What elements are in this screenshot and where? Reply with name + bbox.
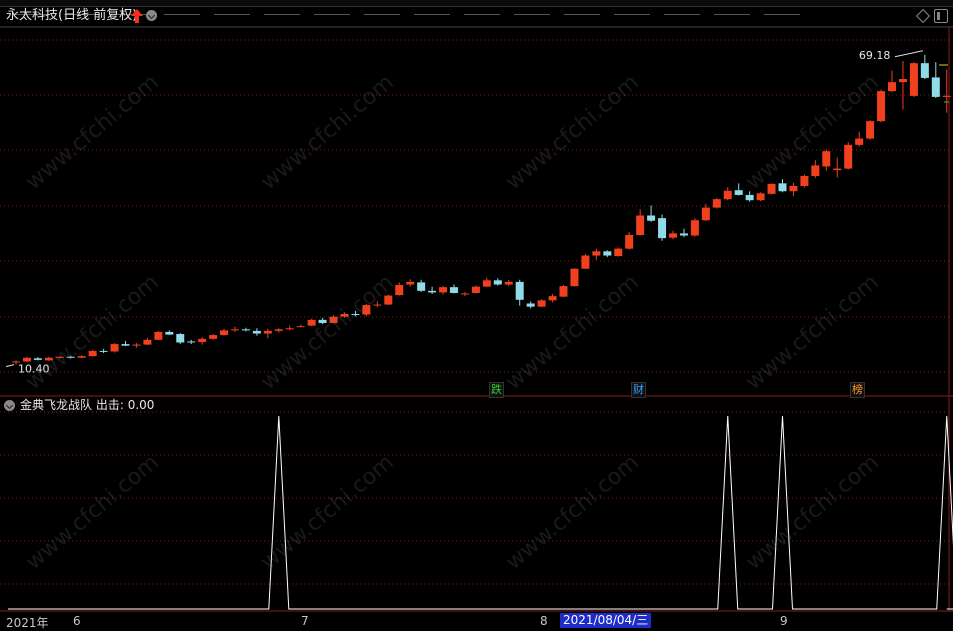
candle-body	[690, 220, 699, 236]
candle-body	[143, 339, 152, 345]
candle-body	[570, 268, 579, 287]
candle-body	[712, 199, 721, 208]
x-tick-label: 9	[780, 614, 788, 628]
indicator-name: 金典飞龙战队	[20, 398, 93, 412]
candle-body	[909, 63, 918, 96]
candle-body	[274, 329, 283, 331]
candle-body	[592, 251, 601, 256]
candle-body	[942, 95, 951, 97]
candle-body	[88, 350, 97, 357]
candle-body	[417, 282, 426, 291]
indicator-output-label: 出击:	[95, 398, 124, 412]
candle-body	[132, 344, 141, 346]
candle-body	[548, 296, 557, 301]
candle-body	[800, 175, 809, 186]
candle-body	[231, 329, 239, 331]
candle-body	[241, 329, 250, 331]
candle-body	[504, 281, 513, 285]
candle-body	[165, 331, 174, 335]
candle-body	[647, 215, 656, 221]
candle-body	[515, 281, 524, 300]
candle-body	[669, 233, 677, 238]
candle-body	[745, 194, 754, 201]
annotation-marker-bang[interactable]: 榜	[850, 382, 865, 398]
candle-body	[625, 234, 634, 249]
candle-body	[154, 331, 163, 340]
annotation-label: 跌	[491, 383, 502, 396]
candle-body	[920, 63, 929, 78]
candle-body	[428, 290, 437, 293]
candle-body	[723, 190, 732, 200]
candle-body	[658, 218, 667, 239]
candle-body	[220, 330, 229, 336]
indicator-menu-dropdown-icon[interactable]	[4, 400, 15, 411]
candle-body	[285, 328, 294, 330]
candle-body	[121, 344, 130, 346]
annotation-marker-die[interactable]: 跌	[489, 382, 504, 398]
panel-toggle-icon[interactable]	[934, 9, 948, 23]
chart-menu-dropdown-icon[interactable]	[146, 10, 157, 21]
candle-body	[778, 183, 787, 192]
high-pointer	[894, 50, 923, 58]
candle-body	[789, 185, 798, 192]
candle-body	[701, 207, 710, 221]
candle-body	[526, 303, 535, 307]
candle-body	[898, 78, 907, 83]
candle-body	[263, 330, 272, 334]
candle-body	[581, 255, 590, 269]
candle-body	[209, 335, 218, 339]
candle-body	[833, 168, 842, 171]
arrow-up-icon	[131, 9, 143, 23]
candle-body	[866, 121, 875, 139]
chart-title: 永太科技(日线 前复权)	[6, 8, 138, 23]
candle-body	[603, 251, 612, 256]
candle-body	[877, 91, 886, 122]
indicator-title: 金典飞龙战队 出击: 0.00	[20, 398, 154, 412]
candle-body	[855, 138, 864, 145]
candle-body	[679, 233, 688, 236]
x-tick-label: 7	[301, 614, 309, 628]
candle-body	[187, 341, 196, 343]
candle-body	[493, 280, 502, 285]
candle-body	[471, 286, 480, 293]
candle-body	[99, 350, 108, 352]
candle-body	[198, 338, 207, 342]
x-tick-label: 6	[73, 614, 81, 628]
candle-body	[537, 300, 546, 307]
candle-body	[439, 287, 448, 293]
candle-body	[614, 248, 623, 257]
candle-body	[22, 357, 31, 362]
candle-body	[307, 319, 316, 326]
crosshair-date-label: 2021/08/04/三	[560, 613, 652, 628]
x-tick-label: 2021年	[6, 616, 49, 630]
candle-body	[559, 286, 568, 297]
x-tick-label: 8	[540, 614, 548, 628]
candle-body	[252, 330, 261, 334]
candle-body	[888, 82, 896, 92]
candle-body	[931, 77, 940, 97]
annotation-label: 财	[633, 383, 644, 396]
annotation-marker-cai[interactable]: 财	[631, 382, 646, 398]
candle-body	[110, 344, 119, 352]
candle-body	[406, 281, 415, 285]
candle-body	[844, 144, 853, 169]
candle-body	[460, 293, 469, 295]
candle-body	[482, 280, 491, 287]
annotation-label: 榜	[852, 383, 863, 396]
indicator-output-value: 0.00	[127, 398, 155, 412]
candle-body	[822, 151, 831, 167]
low-pointer	[5, 364, 15, 368]
candle-body	[636, 215, 645, 235]
candle-body	[811, 165, 820, 176]
candle-body	[176, 334, 185, 343]
candle-body	[296, 326, 305, 328]
candle-body	[734, 190, 743, 195]
candle-body	[450, 287, 458, 293]
high-price-label: 69.18	[859, 49, 891, 62]
